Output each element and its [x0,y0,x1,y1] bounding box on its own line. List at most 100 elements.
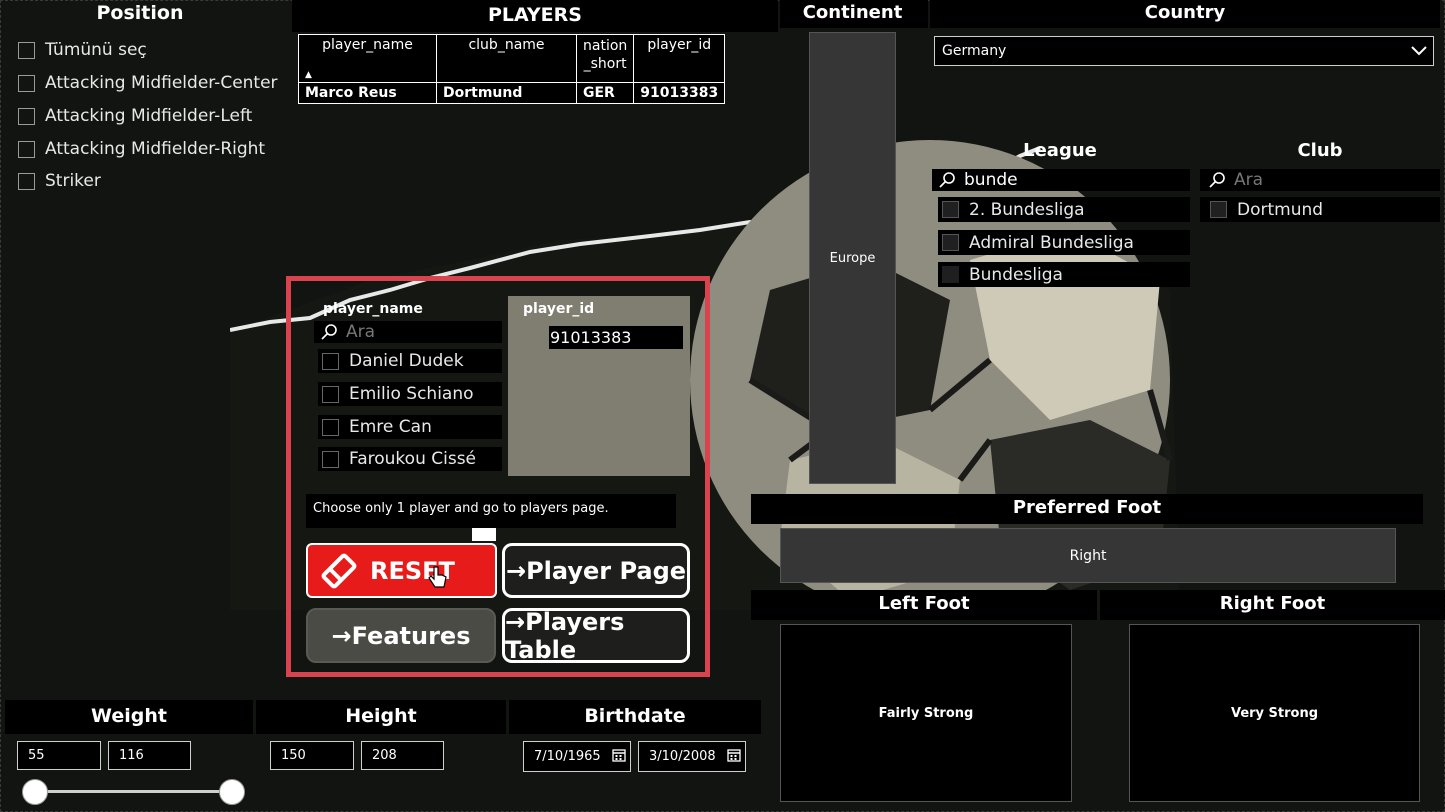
checkbox[interactable] [322,352,339,370]
players-table: player_name ▲ club_name nation _short pla… [298,34,726,104]
club-item-label: Dortmund [1237,199,1324,220]
country-title: Country [1144,2,1226,23]
league-item-label: Admiral Bundesliga [969,232,1134,253]
left-foot-title: Left Foot [878,593,970,614]
birthdate-end-value: 3/10/2008 [649,749,716,764]
player-item-label: Emilio Schiano [349,384,474,404]
eraser-icon [321,553,357,588]
position-item[interactable]: Attacking Midfielder-Right [18,139,265,159]
country-dropdown[interactable]: Germany [934,36,1434,66]
search-icon [1209,172,1225,188]
checkbox[interactable] [322,385,339,403]
weight-slider-min-handle[interactable] [22,779,48,805]
reset-button[interactable]: RESET [306,543,497,598]
league-item-label: 2. Bundesliga [969,199,1085,220]
checkbox[interactable] [942,234,959,251]
calendar-icon[interactable] [612,748,626,762]
checkbox[interactable] [322,450,339,468]
continent-value: Europe [829,250,876,266]
right-foot-title: Right Foot [1219,593,1326,614]
birthdate-end-input[interactable]: 3/10/2008 [638,741,746,772]
club-search-input[interactable]: Ara [1200,169,1440,191]
birthdate-start-value: 7/10/1965 [534,749,601,764]
league-item[interactable]: 2. Bundesliga [938,197,1190,222]
left-foot-card: Fairly Strong [780,624,1072,802]
checkbox[interactable] [18,140,35,158]
chevron-down-icon[interactable] [1411,45,1427,57]
players-table-button[interactable]: →Players Table [502,607,690,664]
player-page-button[interactable]: →Player Page [502,543,690,598]
player-id-title: player_id [523,301,595,317]
position-item-label: Attacking Midfielder-Left [45,106,253,126]
features-button[interactable]: →Features [306,608,496,663]
position-item[interactable]: Attacking Midfielder-Center [18,73,278,93]
league-item[interactable]: Bundesliga [938,262,1190,287]
sort-ascending-icon[interactable]: ▲ [305,70,312,80]
league-title: League [1023,140,1097,161]
checkbox[interactable] [942,201,959,218]
player-item-label: Emre Can [349,417,432,437]
position-item-select-all[interactable]: Tümünü seç [18,40,147,60]
continent-bar-europe[interactable]: Europe [809,32,896,484]
cell-nation-short: GER [575,82,635,104]
checkbox[interactable] [18,74,35,92]
col-header-player-name[interactable]: player_name ▲ [298,34,437,83]
hand-cursor-icon [428,566,447,588]
league-item[interactable]: Admiral Bundesliga [938,230,1190,255]
player-search-placeholder: Ara [346,322,376,342]
player-id-card [508,296,690,476]
country-selected-value: Germany [942,43,1007,59]
col-header-club-name[interactable]: club_name [436,34,577,83]
player-item[interactable]: Emre Can [318,415,502,439]
checkbox[interactable] [18,172,35,190]
player-item-label: Daniel Dudek [349,351,464,371]
checkbox[interactable] [322,418,339,436]
search-icon [939,172,955,188]
player-item[interactable]: Emilio Schiano [318,382,502,406]
position-item-label: Attacking Midfielder-Center [45,73,278,93]
preferred-foot-bar-right[interactable]: Right [780,528,1396,583]
left-foot-value: Fairly Strong [878,705,974,721]
checkbox[interactable] [18,41,35,59]
player-item[interactable]: Faroukou Cissé [318,447,502,471]
position-item[interactable]: Striker [18,171,101,191]
position-item-label: Striker [45,171,101,191]
weight-min-input[interactable]: 55 [17,741,101,770]
cell-player-id: 91013383 [633,82,726,104]
checkbox[interactable] [18,107,35,125]
player-item[interactable]: Daniel Dudek [318,349,502,373]
table-row[interactable]: Marco Reus Dortmund GER 91013383 [298,82,726,104]
position-item-label: Tümünü seç [45,40,147,60]
player-name-title: player_name [323,301,423,317]
cell-club-name: Dortmund [436,82,577,104]
weight-slider-track[interactable] [35,790,232,793]
cell-player-name: Marco Reus [298,82,437,104]
height-title: Height [345,705,417,727]
instruction-tooltip: Choose only 1 player and go to players p… [306,494,676,528]
col-header-player-id[interactable]: player_id [633,34,726,83]
col-header-nation-short[interactable]: nation _short [575,34,635,83]
player-search-input[interactable]: Ara [314,321,502,343]
checkbox-checked[interactable] [942,266,959,283]
height-max-input[interactable]: 208 [361,741,444,770]
birthdate-start-input[interactable]: 7/10/1965 [523,741,631,772]
position-item[interactable]: Attacking Midfielder-Left [18,106,252,126]
preferred-foot-value: Right [1069,547,1107,564]
weight-slider-max-handle[interactable] [219,779,245,805]
right-foot-card: Very Strong [1129,624,1420,802]
height-min-input[interactable]: 150 [270,741,354,770]
continent-title: Continent [802,2,903,23]
weight-max-input[interactable]: 116 [108,741,191,770]
players-table-label: →Players Table [505,607,625,664]
player-page-label: →Player Page [505,556,687,585]
checkbox[interactable] [1210,201,1227,218]
league-item-label: Bundesliga [969,264,1063,285]
players-title: PLAYERS [488,4,582,26]
birthdate-title: Birthdate [584,705,686,727]
right-foot-value: Very Strong [1230,705,1319,721]
league-search-input[interactable]: bunde [932,169,1190,191]
calendar-icon[interactable] [727,748,741,762]
club-item[interactable]: Dortmund [1200,197,1440,222]
player-id-value: 91013383 [549,326,683,349]
features-label: →Features [331,621,471,650]
